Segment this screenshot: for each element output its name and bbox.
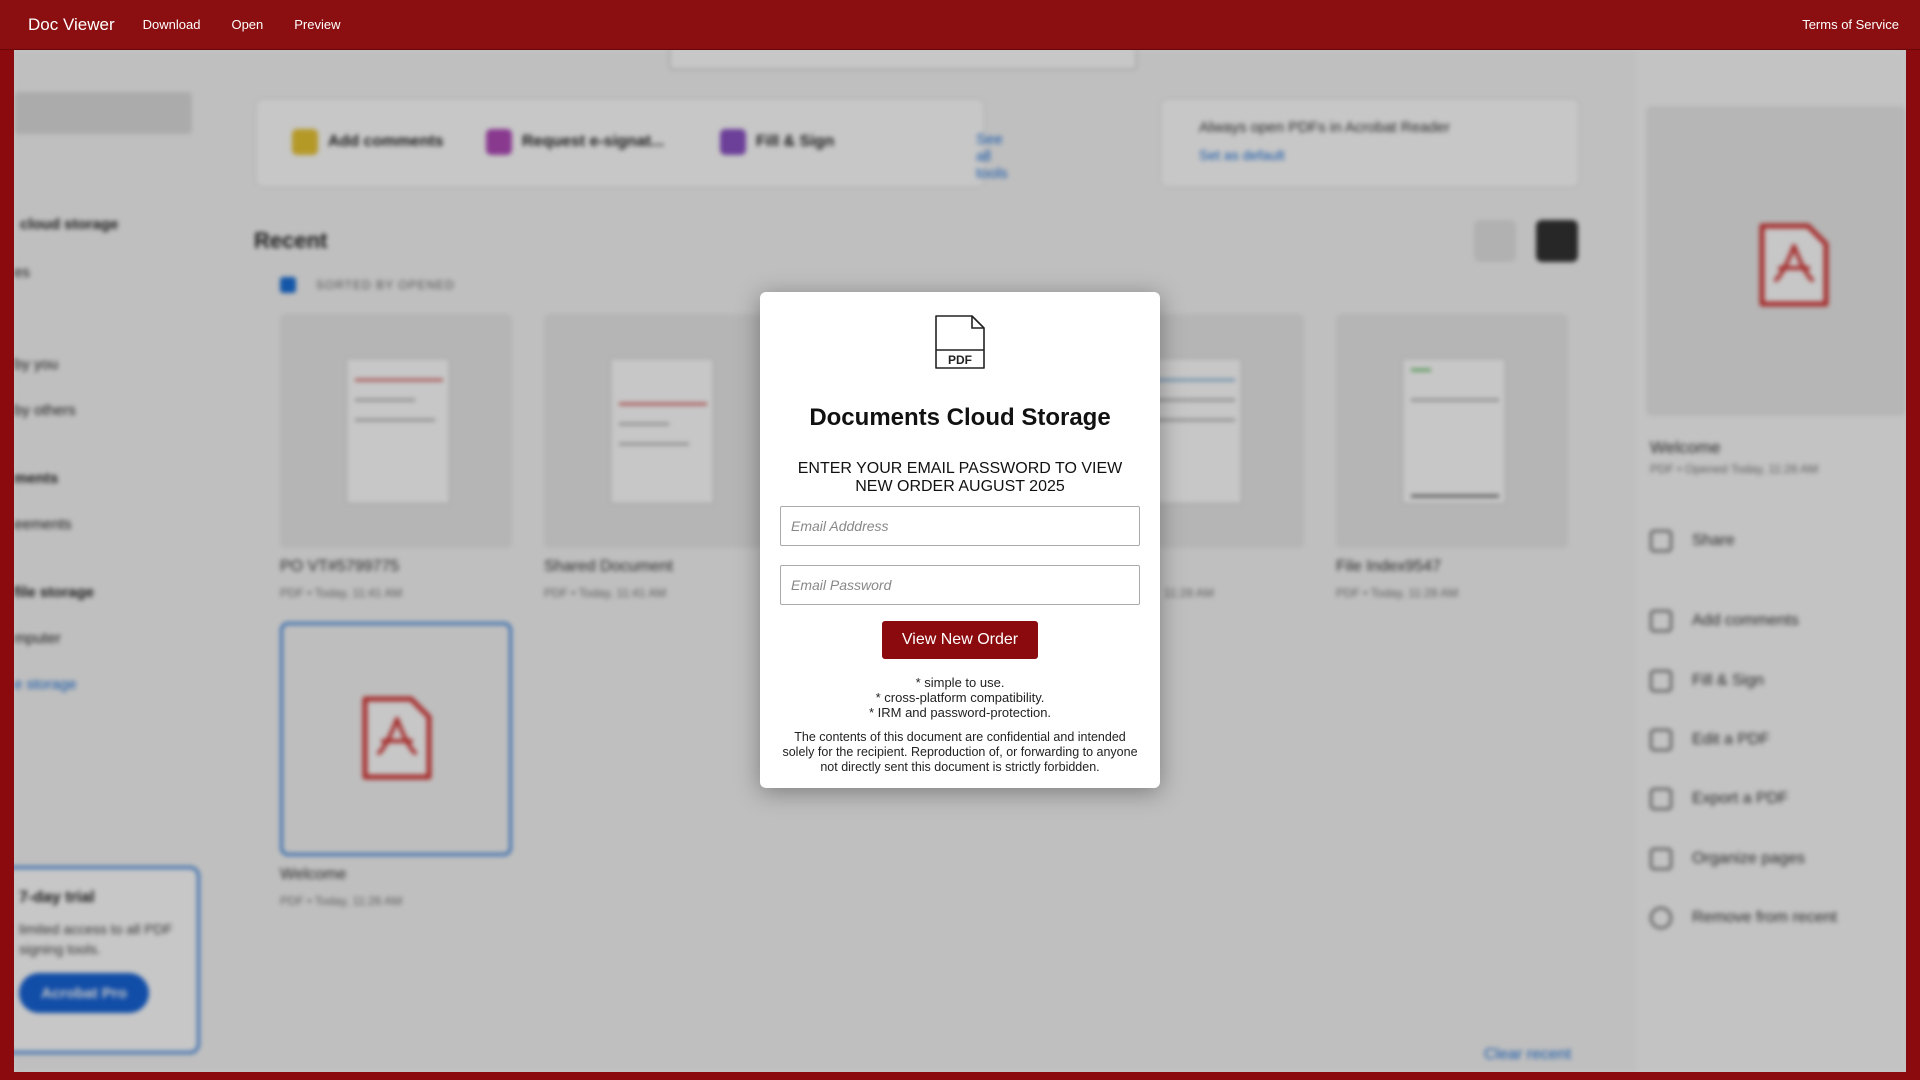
brand-title: Doc Viewer [28,14,115,34]
pdf-icon-label: PDF [948,353,972,367]
view-new-order-button[interactable]: View New Order [882,621,1038,659]
login-modal: PDF Documents Cloud Storage ENTER YOUR E… [760,292,1160,788]
pdf-document-icon: PDF [935,315,985,369]
nav-download-link[interactable]: Download [143,17,201,32]
nav-open-link[interactable]: Open [231,17,263,32]
modal-prompt: ENTER YOUR EMAIL PASSWORD TO VIEW NEW OR… [797,460,1123,495]
email-address-input[interactable] [780,506,1140,546]
feature-item: * IRM and password-protection. [868,705,1052,720]
feature-list: * simple to use. * cross-platform compat… [780,675,1140,720]
feature-item: * simple to use. [915,675,1005,690]
confidentiality-note: The contents of this document are confid… [782,730,1138,774]
modal-title: Documents Cloud Storage [809,404,1111,431]
terms-of-service-link[interactable]: Terms of Service [1802,17,1899,32]
nav-preview-link[interactable]: Preview [294,17,340,32]
email-password-input[interactable] [780,565,1140,605]
feature-item: * cross-platform compatibility. [875,690,1045,705]
top-nav-bar: Doc Viewer Download Open Preview Terms o… [0,0,1920,50]
